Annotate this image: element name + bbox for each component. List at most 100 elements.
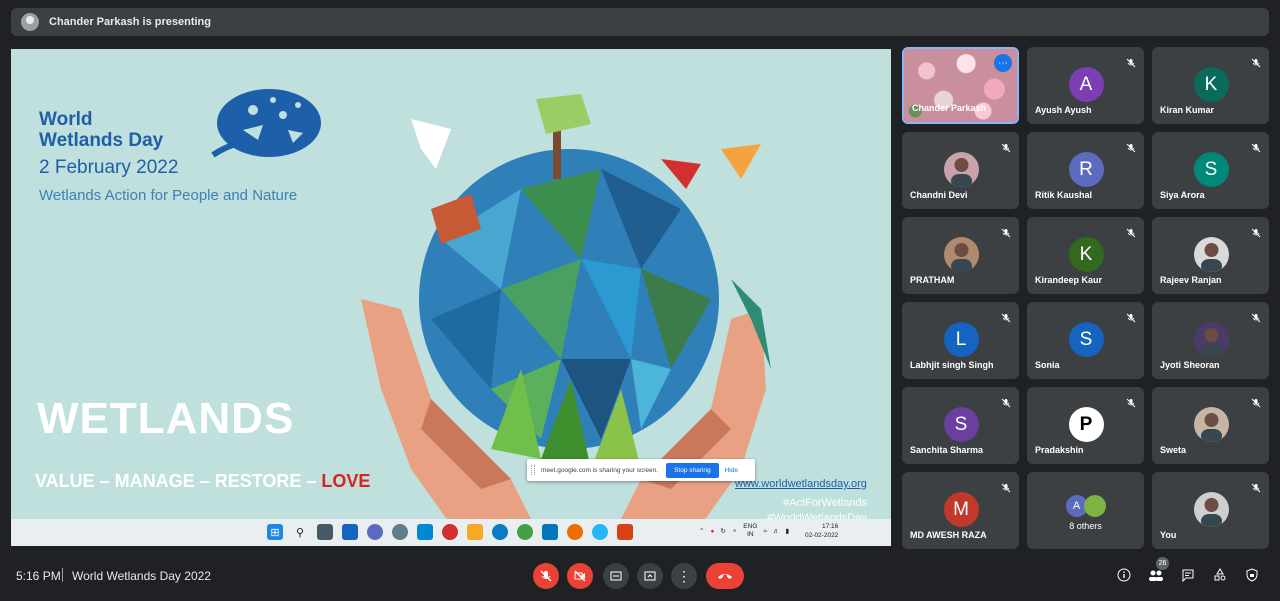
participant-tile[interactable]: Chandni Devi bbox=[902, 132, 1019, 209]
participant-tile[interactable]: S Sanchita Sharma bbox=[902, 387, 1019, 464]
meeting-time: 5:16 PM bbox=[16, 569, 61, 583]
participant-name: MD AWESH RAZA bbox=[910, 530, 987, 540]
mail-icon bbox=[542, 524, 558, 540]
participant-tile[interactable]: A Ayush Ayush bbox=[1027, 47, 1144, 124]
widgets-icon bbox=[342, 524, 358, 540]
tray-sync-icon: ↻ bbox=[720, 528, 726, 535]
divider bbox=[62, 568, 63, 582]
participant-tile[interactable]: R Ritik Kaushal bbox=[1027, 132, 1144, 209]
participant-avatar bbox=[943, 152, 979, 187]
mic-muted-icon bbox=[1126, 55, 1136, 68]
search-icon: ⚲ bbox=[295, 526, 305, 539]
captions-button[interactable] bbox=[603, 563, 629, 589]
drag-handle[interactable] bbox=[531, 465, 535, 475]
host-controls-button[interactable] bbox=[1243, 566, 1261, 584]
slide-title: World Wetlands Day bbox=[39, 109, 164, 151]
participant-name: Chander Parkash bbox=[912, 103, 987, 113]
participant-avatar: S bbox=[943, 407, 979, 442]
participant-tile[interactable]: S Siya Arora bbox=[1152, 132, 1269, 209]
presenter-avatar bbox=[21, 13, 39, 31]
participant-avatar bbox=[943, 237, 979, 272]
mic-muted-icon bbox=[1001, 310, 1011, 323]
participant-name: Ayush Ayush bbox=[1035, 105, 1092, 115]
firefox-icon bbox=[567, 524, 583, 540]
captions-icon bbox=[610, 571, 622, 581]
participant-name: Ritik Kaushal bbox=[1035, 190, 1093, 200]
bottom-bar: 5:16 PM World Wetlands Day 2022 ⋮ 26 bbox=[0, 553, 1280, 601]
participant-grid: ⋯ Chander Parkash A Ayush Ayush K Kiran Kumar… bbox=[902, 47, 1270, 549]
leave-call-button[interactable] bbox=[706, 563, 744, 589]
participant-tile[interactable]: Rajeev Ranjan bbox=[1152, 217, 1269, 294]
participant-tile[interactable]: PRATHAM bbox=[902, 217, 1019, 294]
opera-icon bbox=[442, 524, 458, 540]
participant-name: Labhjit singh Singh bbox=[910, 360, 994, 370]
presenter-text: Chander Parkash is presenting bbox=[49, 16, 211, 28]
participant-tile[interactable]: P Pradakshin bbox=[1027, 387, 1144, 464]
volume-icon: ♬ bbox=[772, 527, 780, 535]
more-options-button[interactable]: ⋮ bbox=[671, 563, 697, 589]
system-tray: ⌃ ● ↻ ⚬ ENG IN ≈ ♬ ▮ 17:16 02-02-2022 bbox=[699, 522, 838, 540]
powerpoint-icon bbox=[617, 524, 633, 540]
info-icon bbox=[1117, 568, 1131, 582]
participant-name: 8 others bbox=[1069, 521, 1102, 531]
shared-taskbar: ⊞ ⚲ ⌃ ● ↻ ⚬ ENG IN ≈ ♬ ▮ 17:16 02-02-2022 bbox=[11, 519, 891, 546]
participant-avatar: K bbox=[1193, 67, 1229, 102]
participant-tile[interactable]: K Kiran Kumar bbox=[1152, 47, 1269, 124]
participant-avatar bbox=[1193, 237, 1229, 272]
wetlands-logo bbox=[211, 89, 321, 158]
chat-icon bbox=[1182, 569, 1194, 582]
share-message: meet.google.com is sharing your screen. bbox=[541, 466, 659, 474]
mic-muted-icon bbox=[1126, 140, 1136, 153]
meeting-details-button[interactable] bbox=[1115, 566, 1133, 584]
tray-chevron-icon: ⌃ bbox=[699, 528, 705, 535]
participant-tile[interactable]: You bbox=[1152, 472, 1269, 549]
participant-tile[interactable]: Sweta bbox=[1152, 387, 1269, 464]
presenter-banner: Chander Parkash is presenting bbox=[11, 8, 1269, 36]
participant-tile[interactable]: M MD AWESH RAZA bbox=[902, 472, 1019, 549]
mic-muted-icon bbox=[1251, 55, 1261, 68]
participant-name: Rajeev Ranjan bbox=[1160, 275, 1222, 285]
camera-toggle-button[interactable] bbox=[567, 563, 593, 589]
more-options-icon[interactable]: ⋯ bbox=[994, 54, 1012, 72]
slide-tagline: VALUE – MANAGE – RESTORE – LOVE bbox=[35, 471, 371, 491]
participant-tile[interactable]: S Sonia bbox=[1027, 302, 1144, 379]
participant-avatar: R bbox=[1068, 152, 1104, 187]
screen-share-banner: meet.google.com is sharing your screen. … bbox=[527, 459, 755, 481]
wifi-icon: ≈ bbox=[763, 527, 767, 535]
stop-sharing-button[interactable]: Stop sharing bbox=[666, 462, 719, 478]
participant-avatar: M bbox=[943, 492, 979, 527]
participant-avatar: P bbox=[1068, 407, 1104, 442]
mic-muted-icon bbox=[1251, 310, 1261, 323]
activities-button[interactable] bbox=[1211, 566, 1229, 584]
participant-avatar: S bbox=[1068, 322, 1104, 357]
participant-tile[interactable]: K Kirandeep Kaur bbox=[1027, 217, 1144, 294]
language-indicator: ENG IN bbox=[743, 523, 758, 538]
folder-icon bbox=[467, 524, 483, 540]
participant-avatar: L bbox=[943, 322, 979, 357]
chat-button[interactable] bbox=[1179, 566, 1197, 584]
people-count-badge: 26 bbox=[1156, 557, 1169, 570]
participant-name: Kiran Kumar bbox=[1160, 105, 1215, 115]
mic-muted-icon bbox=[1001, 225, 1011, 238]
participant-name: Sanchita Sharma bbox=[910, 445, 984, 455]
participant-name: Sweta bbox=[1160, 445, 1187, 455]
participant-tile[interactable]: L Labhjit singh Singh bbox=[902, 302, 1019, 379]
mic-muted-icon bbox=[1001, 395, 1011, 408]
participant-tile[interactable]: A8 others bbox=[1027, 472, 1144, 549]
shield-lock-icon bbox=[1246, 568, 1258, 582]
mic-off-icon bbox=[540, 570, 552, 582]
participant-tile[interactable]: ⋯ Chander Parkash bbox=[902, 47, 1019, 124]
participant-avatar bbox=[1193, 492, 1229, 527]
mic-muted-icon bbox=[1001, 480, 1011, 493]
present-button[interactable] bbox=[637, 563, 663, 589]
windows-start-icon: ⊞ bbox=[267, 524, 283, 540]
participant-name: Chandni Devi bbox=[910, 190, 968, 200]
participant-tile[interactable]: Jyoti Sheoran bbox=[1152, 302, 1269, 379]
hide-banner-button[interactable]: Hide bbox=[725, 467, 738, 474]
participant-avatar: K bbox=[1068, 237, 1104, 272]
shared-screen: World Wetlands Day 2 February 2022 Wetla… bbox=[11, 49, 891, 546]
slide-headline: WETLANDS bbox=[37, 394, 295, 443]
mic-muted-icon bbox=[1126, 310, 1136, 323]
mic-muted-icon bbox=[1251, 140, 1261, 153]
mic-toggle-button[interactable] bbox=[533, 563, 559, 589]
